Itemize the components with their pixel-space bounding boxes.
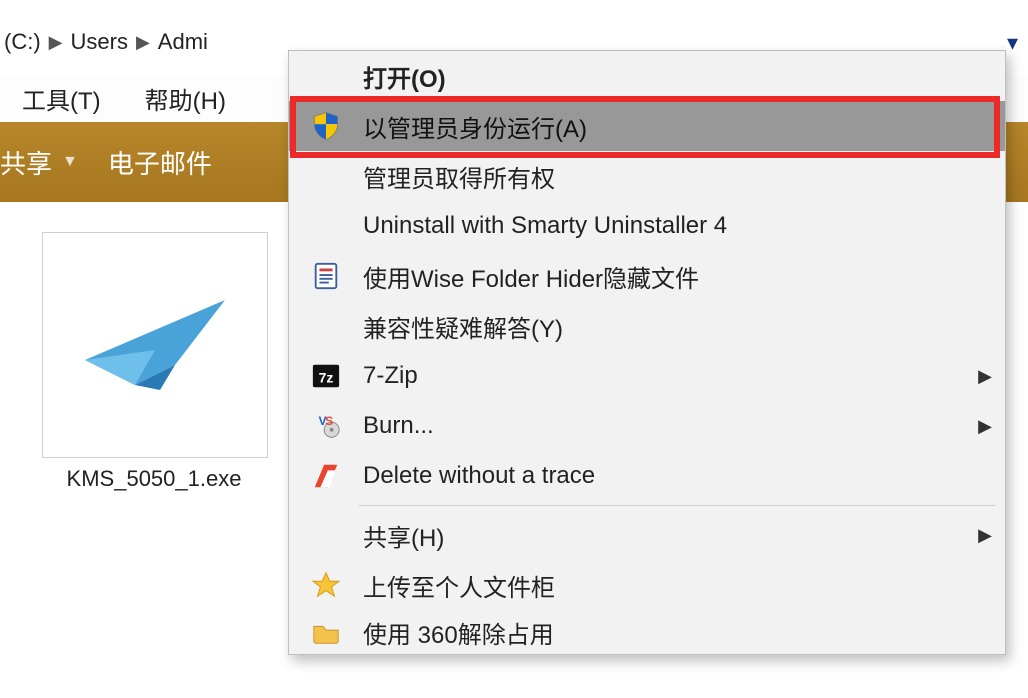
cmd-email-label: 电子邮件 <box>108 144 212 181</box>
submenu-arrow-icon: ▶ <box>965 366 1005 387</box>
document-icon <box>311 261 341 291</box>
ctx-upload-locker[interactable]: 上传至个人文件柜 <box>289 560 1005 610</box>
cmd-share-label: 共享 <box>0 144 52 181</box>
ctx-burn[interactable]: V S Burn... ▶ <box>289 401 1005 451</box>
svg-text:S: S <box>325 414 333 428</box>
folder-icon <box>311 617 341 647</box>
ctx-burn-label: Burn... <box>363 412 965 440</box>
uac-shield-icon <box>311 111 341 141</box>
ctx-compat-troubleshoot-label: 兼容性疑难解答(Y) <box>363 309 965 344</box>
context-menu-separator <box>359 505 995 506</box>
ctx-7zip[interactable]: 7z 7-Zip ▶ <box>289 351 1005 401</box>
ctx-360-unlock[interactable]: 使用 360解除占用 <box>289 610 1005 654</box>
ctx-delete-without-trace-label: Delete without a trace <box>363 462 965 490</box>
ctx-share[interactable]: 共享(H) ▶ <box>289 510 1005 560</box>
context-menu: 打开(O) 以管理员身份运行(A) 管理员取得所有权 <box>288 50 1006 655</box>
address-dropdown-icon[interactable]: ▾ <box>1007 30 1018 56</box>
ctx-compat-troubleshoot[interactable]: 兼容性疑难解答(Y) <box>289 301 1005 351</box>
address-bar[interactable]: (C:) ▶ Users ▶ Admi <box>0 24 212 60</box>
file-item[interactable]: KMS_5050_1.exe <box>42 232 266 492</box>
submenu-arrow-icon: ▶ <box>965 525 1005 546</box>
menu-help[interactable]: 帮助(H) <box>123 81 248 116</box>
ctx-share-label: 共享(H) <box>363 518 965 553</box>
submenu-arrow-icon: ▶ <box>965 416 1005 437</box>
menu-tools[interactable]: 工具(T) <box>0 81 123 116</box>
explorer-window: (C:) ▶ Users ▶ Admi ▾ 工具(T) 帮助(H) 共享 ▼ 电… <box>0 0 1028 698</box>
vso-burn-icon: V S <box>311 411 341 441</box>
ctx-upload-locker-label: 上传至个人文件柜 <box>363 568 965 603</box>
ctx-run-as-admin[interactable]: 以管理员身份运行(A) <box>289 101 1005 151</box>
star-icon <box>311 570 341 600</box>
ctx-7zip-label: 7-Zip <box>363 362 965 390</box>
ctx-open[interactable]: 打开(O) <box>289 51 1005 101</box>
delete-trace-icon <box>311 461 341 491</box>
ctx-delete-without-trace[interactable]: Delete without a trace <box>289 451 1005 501</box>
breadcrumb-drive[interactable]: (C:) <box>0 29 45 55</box>
breadcrumb-users[interactable]: Users <box>67 29 132 55</box>
breadcrumb-admin[interactable]: Admi <box>154 29 212 55</box>
ctx-smarty-uninstall[interactable]: Uninstall with Smarty Uninstaller 4 <box>289 201 1005 251</box>
ctx-open-label: 打开(O) <box>363 59 965 94</box>
breadcrumb-sep-icon: ▶ <box>132 32 154 53</box>
cmd-share[interactable]: 共享 ▼ <box>0 144 108 181</box>
ctx-smarty-uninstall-label: Uninstall with Smarty Uninstaller 4 <box>363 212 965 240</box>
7zip-icon: 7z <box>311 361 341 391</box>
dropdown-icon: ▼ <box>62 153 78 171</box>
file-thumbnail <box>42 232 268 458</box>
ctx-run-as-admin-label: 以管理员身份运行(A) <box>363 109 965 144</box>
ctx-360-unlock-label: 使用 360解除占用 <box>363 615 965 650</box>
cmd-email[interactable]: 电子邮件 <box>108 144 242 181</box>
ctx-admin-take-ownership[interactable]: 管理员取得所有权 <box>289 151 1005 201</box>
ctx-wise-folder-hider-label: 使用Wise Folder Hider隐藏文件 <box>363 259 965 294</box>
ctx-admin-take-ownership-label: 管理员取得所有权 <box>363 159 965 194</box>
paper-plane-icon <box>80 290 230 400</box>
svg-text:7z: 7z <box>319 370 334 386</box>
file-name: KMS_5050_1.exe <box>42 466 266 492</box>
breadcrumb-sep-icon: ▶ <box>45 32 67 53</box>
ctx-wise-folder-hider[interactable]: 使用Wise Folder Hider隐藏文件 <box>289 251 1005 301</box>
